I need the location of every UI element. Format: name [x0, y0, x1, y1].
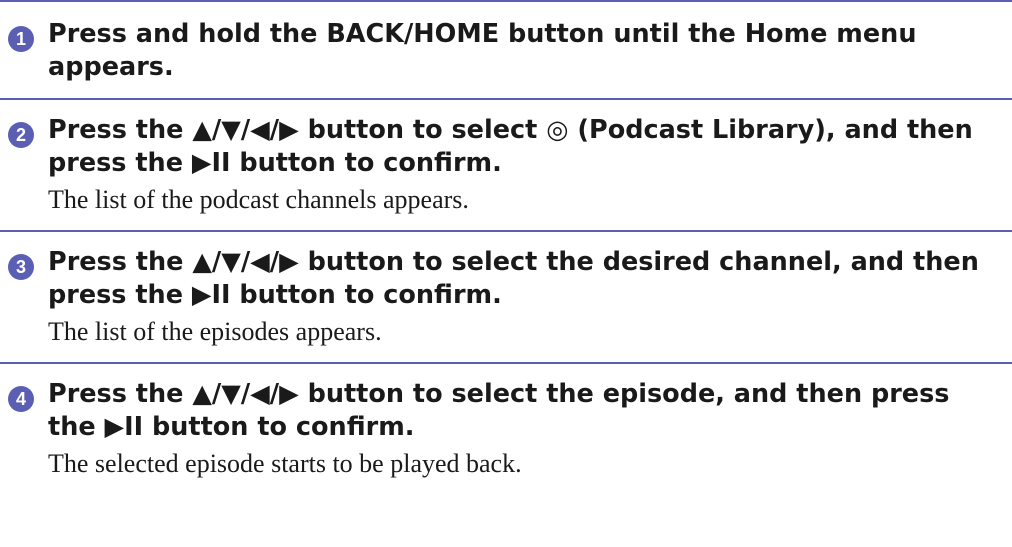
play-pause-icon: ▶II: [191, 280, 231, 310]
direction-buttons-icon: ▲/▼/◀/▶: [192, 247, 299, 277]
step-instruction: Press the ▲/▼/◀/▶ button to select ◎ (Po…: [48, 114, 998, 180]
step-instruction: Press and hold the BACK/HOME button unti…: [48, 19, 917, 82]
step-4: 4 Press the ▲/▼/◀/▶ button to select the…: [0, 362, 1012, 494]
instruction-text: button to confirm.: [230, 280, 502, 310]
instruction-text: Press the: [48, 115, 193, 145]
direction-buttons-icon: ▲/▼/◀/▶: [192, 115, 299, 145]
instruction-text: button to select: [298, 115, 547, 145]
step-instruction: Press the ▲/▼/◀/▶ button to select the d…: [48, 246, 998, 312]
step-divider: [0, 362, 1012, 364]
instruction-text: Press the: [48, 379, 193, 409]
step-number-badge: 1: [8, 26, 34, 52]
step-number-badge: 3: [8, 254, 34, 280]
step-divider: [0, 0, 1012, 2]
step-2: 2 Press the ▲/▼/◀/▶ button to select ◎ (…: [0, 98, 1012, 230]
instruction-text: button to confirm.: [230, 148, 502, 178]
step-result: The selected episode starts to be played…: [48, 449, 522, 478]
step-3: 3 Press the ▲/▼/◀/▶ button to select the…: [0, 230, 1012, 362]
instruction-steps: 1 Press and hold the BACK/HOME button un…: [0, 0, 1012, 494]
step-result: The list of the episodes appears.: [48, 317, 382, 346]
play-pause-icon: ▶II: [191, 148, 231, 178]
step-divider: [0, 98, 1012, 100]
step-1: 1 Press and hold the BACK/HOME button un…: [0, 0, 1012, 98]
step-result: The list of the podcast channels appears…: [48, 185, 469, 214]
step-number-badge: 2: [8, 122, 34, 148]
step-number-badge: 4: [8, 386, 34, 412]
instruction-text: button to confirm.: [143, 412, 415, 442]
podcast-library-icon: ◎: [546, 115, 569, 145]
play-pause-icon: ▶II: [104, 412, 144, 442]
step-divider: [0, 230, 1012, 232]
step-instruction: Press the ▲/▼/◀/▶ button to select the e…: [48, 378, 998, 444]
direction-buttons-icon: ▲/▼/◀/▶: [192, 379, 299, 409]
instruction-text: Press the: [48, 247, 193, 277]
